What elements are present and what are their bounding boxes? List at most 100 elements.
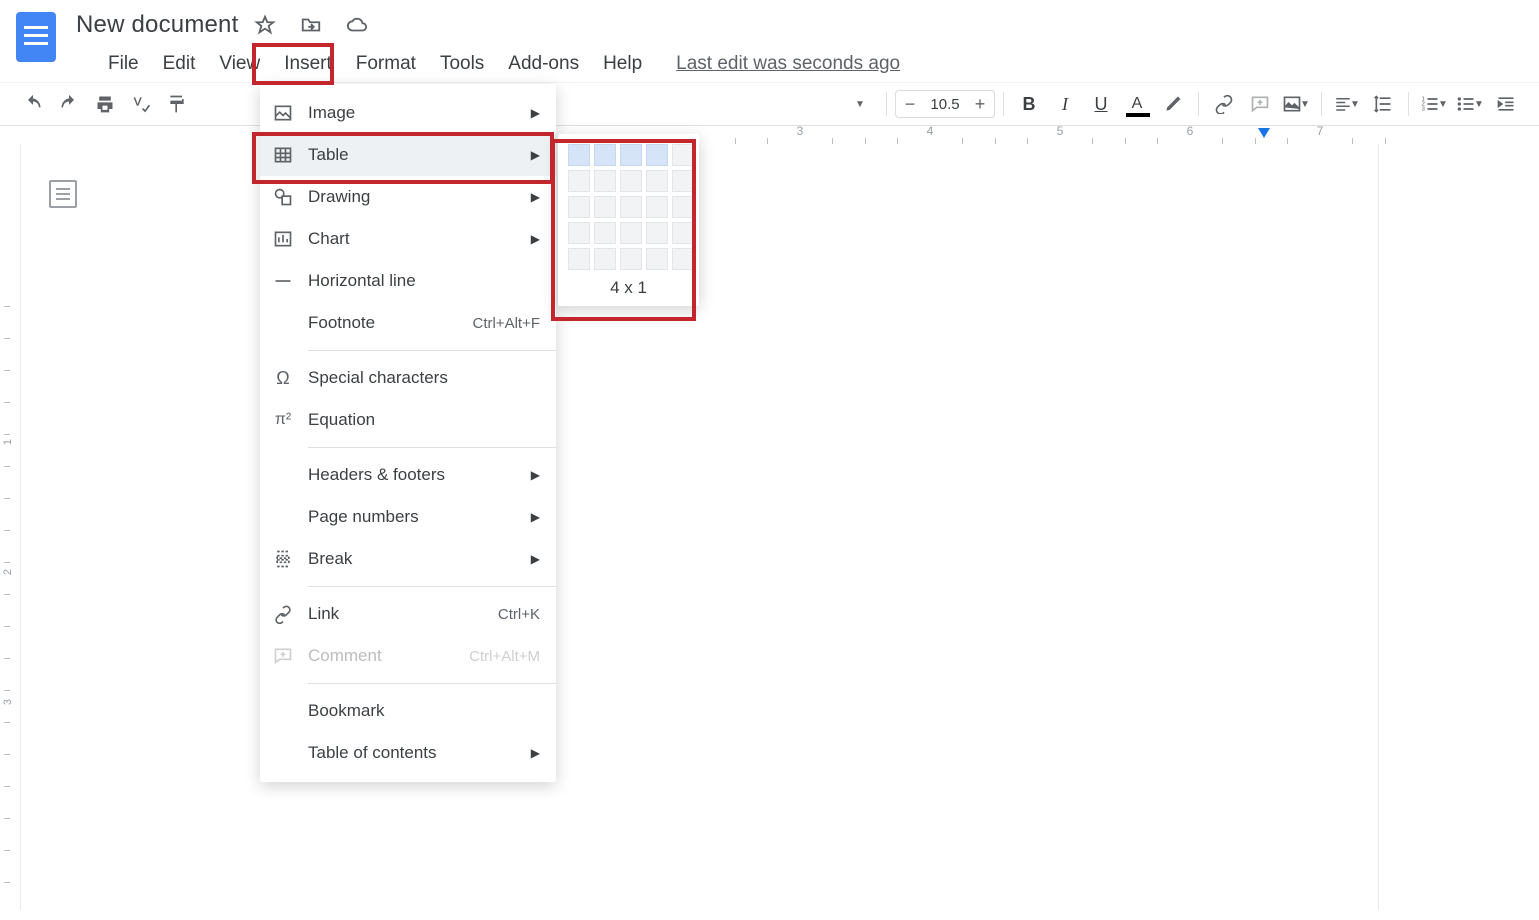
- menu-view[interactable]: View: [207, 49, 272, 79]
- last-edit-link[interactable]: Last edit was seconds ago: [676, 53, 900, 75]
- table-grid-cell[interactable]: [594, 196, 616, 218]
- table-grid-cell[interactable]: [672, 222, 694, 244]
- insert-link-item[interactable]: Link Ctrl+K: [260, 593, 556, 635]
- table-grid-cell[interactable]: [568, 222, 590, 244]
- highlight-button[interactable]: [1156, 87, 1190, 121]
- insert-toc-item[interactable]: Table of contents ▶: [260, 732, 556, 774]
- insert-footnote-item[interactable]: Footnote Ctrl+Alt+F: [260, 302, 556, 344]
- styles-dropdown[interactable]: ▼: [844, 87, 878, 121]
- insert-table-item[interactable]: Table ▶: [260, 134, 556, 176]
- move-icon[interactable]: [300, 14, 322, 36]
- table-grid-cell[interactable]: [568, 170, 590, 192]
- font-size-value[interactable]: 10.5: [924, 96, 966, 113]
- insert-image-button[interactable]: ▼: [1279, 87, 1313, 121]
- table-grid-cell[interactable]: [594, 170, 616, 192]
- insert-equation-item[interactable]: π² Equation: [260, 399, 556, 441]
- menu-insert[interactable]: Insert: [272, 49, 344, 79]
- ruler-h-num: 6: [1187, 124, 1194, 138]
- spellcheck-button[interactable]: [124, 87, 158, 121]
- table-grid-cell[interactable]: [646, 170, 668, 192]
- table-grid-cell[interactable]: [620, 222, 642, 244]
- insert-link-button[interactable]: [1207, 87, 1241, 121]
- cloud-icon[interactable]: [346, 14, 368, 36]
- chevron-right-icon: ▶: [531, 106, 540, 120]
- pi-icon: π²: [272, 409, 294, 431]
- ruler-h-num: 3: [797, 124, 804, 138]
- insert-hline-item[interactable]: Horizontal line: [260, 260, 556, 302]
- table-grid-cell[interactable]: [620, 144, 642, 166]
- font-size-decrease[interactable]: −: [896, 94, 924, 115]
- menu-tools[interactable]: Tools: [428, 49, 496, 79]
- add-comment-button[interactable]: [1243, 87, 1277, 121]
- outline-icon[interactable]: [49, 180, 77, 208]
- insert-drawing-item[interactable]: Drawing ▶: [260, 176, 556, 218]
- bulleted-list-button[interactable]: ▼: [1453, 87, 1487, 121]
- text-color-button[interactable]: A: [1120, 87, 1154, 121]
- insert-bookmark-item[interactable]: Bookmark: [260, 690, 556, 732]
- table-grid-cell[interactable]: [594, 222, 616, 244]
- menu-item-label: Table of contents: [308, 743, 437, 763]
- document-canvas[interactable]: [20, 144, 1379, 910]
- table-grid-cell[interactable]: [646, 222, 668, 244]
- menu-file[interactable]: File: [96, 49, 151, 79]
- docs-logo[interactable]: [16, 12, 56, 62]
- menu-item-label: Equation: [308, 410, 375, 430]
- table-grid-cell[interactable]: [672, 196, 694, 218]
- table-grid-cell[interactable]: [646, 248, 668, 270]
- chevron-right-icon: ▶: [531, 232, 540, 246]
- insert-chart-item[interactable]: Chart ▶: [260, 218, 556, 260]
- align-button[interactable]: ▼: [1330, 87, 1364, 121]
- ruler-h-num: 5: [1057, 124, 1064, 138]
- menu-help[interactable]: Help: [591, 49, 654, 79]
- horizontal-ruler: 3 4 5 6 7: [20, 126, 1539, 144]
- vertical-ruler: 1 2 3: [0, 126, 20, 910]
- font-size-control: − 10.5 +: [895, 90, 995, 118]
- insert-pagenum-item[interactable]: Page numbers ▶: [260, 496, 556, 538]
- decrease-indent-button[interactable]: [1489, 87, 1523, 121]
- table-grid-cell[interactable]: [672, 170, 694, 192]
- redo-button[interactable]: [52, 87, 86, 121]
- table-grid-cell[interactable]: [672, 248, 694, 270]
- drawing-icon: [272, 186, 294, 208]
- table-grid-cell[interactable]: [620, 170, 642, 192]
- line-spacing-button[interactable]: [1366, 87, 1400, 121]
- table-size-picker: 4 x 1: [558, 134, 699, 306]
- insert-break-item[interactable]: Break ▶: [260, 538, 556, 580]
- menu-item-label: Drawing: [308, 187, 370, 207]
- ruler-v-num: 3: [2, 694, 14, 710]
- table-grid-cell[interactable]: [620, 248, 642, 270]
- document-title[interactable]: New document: [76, 11, 238, 39]
- insert-special-item[interactable]: Ω Special characters: [260, 357, 556, 399]
- print-button[interactable]: [88, 87, 122, 121]
- table-grid-cell[interactable]: [620, 196, 642, 218]
- insert-image-item[interactable]: Image ▶: [260, 92, 556, 134]
- menu-item-label: Chart: [308, 229, 350, 249]
- table-grid-cell[interactable]: [646, 144, 668, 166]
- table-grid-cell[interactable]: [594, 248, 616, 270]
- menu-format[interactable]: Format: [344, 49, 428, 79]
- table-grid-cell[interactable]: [646, 196, 668, 218]
- table-grid-cell[interactable]: [672, 144, 694, 166]
- paint-format-button[interactable]: [160, 87, 194, 121]
- table-grid-cell[interactable]: [568, 144, 590, 166]
- break-icon: [272, 548, 294, 570]
- bold-button[interactable]: B: [1012, 87, 1046, 121]
- insert-headers-item[interactable]: Headers & footers ▶: [260, 454, 556, 496]
- menu-edit[interactable]: Edit: [151, 49, 208, 79]
- chevron-right-icon: ▶: [531, 552, 540, 566]
- table-grid-cell[interactable]: [594, 144, 616, 166]
- menu-bar: File Edit View Insert Format Tools Add-o…: [96, 46, 1539, 82]
- star-icon[interactable]: [254, 14, 276, 36]
- menu-item-label: Link: [308, 604, 339, 624]
- menu-addons[interactable]: Add-ons: [496, 49, 591, 79]
- underline-button[interactable]: U: [1084, 87, 1118, 121]
- undo-button[interactable]: [16, 87, 50, 121]
- table-grid-cell[interactable]: [568, 196, 590, 218]
- italic-button[interactable]: I: [1048, 87, 1082, 121]
- numbered-list-button[interactable]: 123▼: [1417, 87, 1451, 121]
- table-size-label: 4 x 1: [568, 278, 689, 298]
- font-size-increase[interactable]: +: [966, 94, 994, 115]
- right-margin-marker[interactable]: [1258, 128, 1270, 138]
- table-grid-cell[interactable]: [568, 248, 590, 270]
- menu-item-label: Comment: [308, 646, 382, 666]
